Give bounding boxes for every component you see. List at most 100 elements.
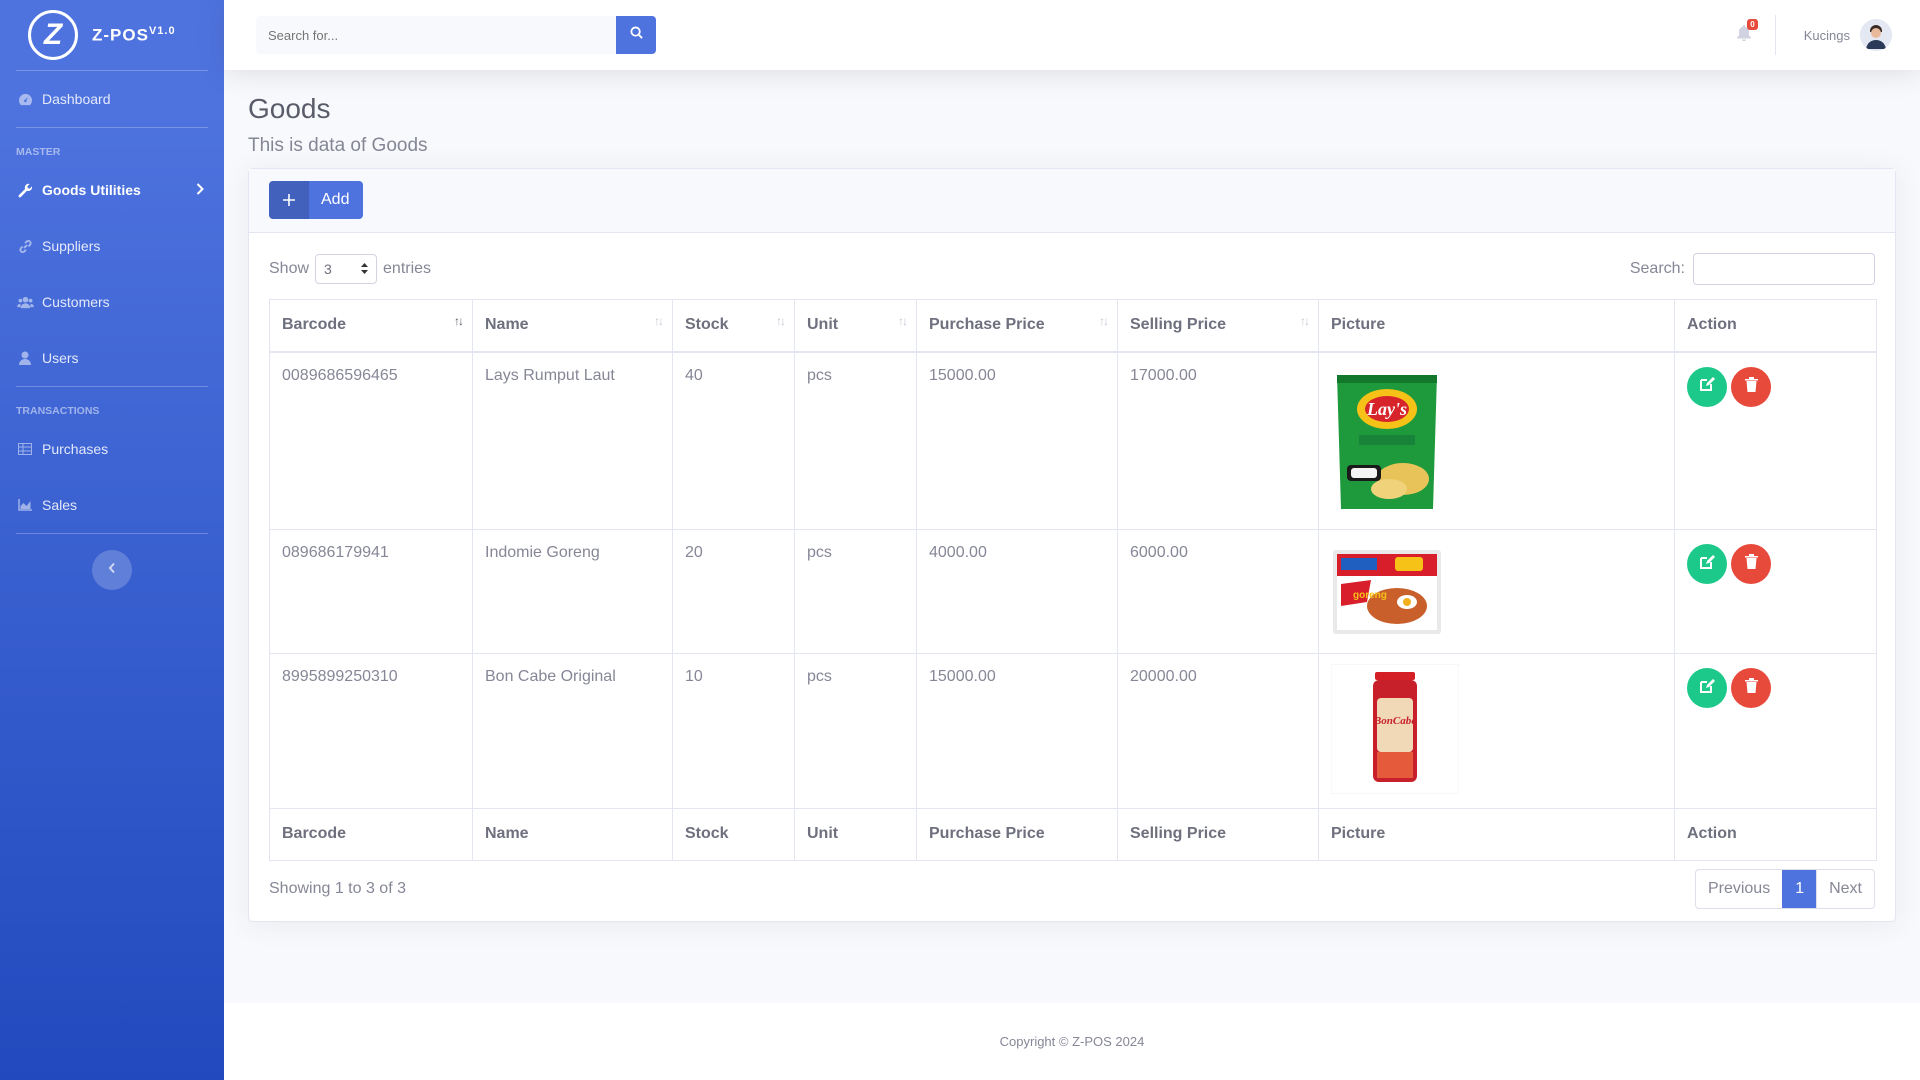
sort-asc-icon: ↑↓: [454, 314, 464, 328]
boncabe-image: BonCabe: [1331, 664, 1459, 794]
edit-icon: [1699, 678, 1715, 699]
cell-barcode: 089686179941: [269, 529, 473, 654]
cell-unit: pcs: [794, 653, 917, 809]
table-header-row: Barcode ↑↓ Name ↑↓ Stock ↑↓ Unit ↑↓ Purchase…: [269, 299, 1877, 353]
goods-card: Add Show 3 entries Search: Barcode ↑↓ Nam…: [248, 168, 1896, 922]
page-footer: Copyright © Z-POS 2024: [224, 1003, 1920, 1080]
delete-button[interactable]: [1731, 366, 1771, 407]
cell-purchase-price: 15000.00: [916, 351, 1118, 530]
sidebar-item-users[interactable]: Users: [0, 330, 224, 386]
column-header-name[interactable]: Name ↑↓: [472, 299, 673, 353]
sidebar-item-label: Goods Utilities: [42, 182, 141, 198]
topbar-divider: [1774, 15, 1776, 55]
add-button[interactable]: Add: [269, 181, 364, 219]
table-row: 089686179941 Indomie Goreng 20 pcs 4000.…: [269, 529, 1877, 654]
cell-unit: pcs: [794, 351, 917, 530]
sidebar-toggle-button[interactable]: [92, 550, 132, 590]
svg-text:BonCabe: BonCabe: [1373, 715, 1416, 727]
trash-icon: [1744, 376, 1758, 397]
copyright-text: Copyright © Z-POS 2024: [999, 1034, 1145, 1049]
cell-barcode: 0089686596465: [269, 351, 473, 530]
search-button[interactable]: [616, 16, 656, 54]
table-row: 0089686596465 Lays Rumput Laut 40 pcs 15…: [269, 351, 1877, 530]
cell-selling-price: 6000.00: [1117, 529, 1319, 654]
edit-button[interactable]: [1687, 366, 1727, 407]
trash-icon: [1744, 678, 1758, 698]
username[interactable]: Kucings: [1804, 28, 1850, 43]
user-icon: [16, 351, 34, 365]
cell-stock: 40: [672, 351, 795, 530]
bell-icon: [1736, 24, 1751, 45]
notifications-button[interactable]: 0: [1736, 18, 1758, 46]
column-header-unit[interactable]: Unit ↑↓: [794, 299, 917, 353]
sidebar-heading-master: MASTER: [16, 146, 61, 158]
sidebar-item-goods-utilities[interactable]: Goods Utilities: [0, 162, 224, 218]
delete-button[interactable]: [1731, 668, 1771, 708]
edit-button[interactable]: [1687, 544, 1727, 584]
add-button-label: Add: [321, 191, 350, 208]
edit-button[interactable]: [1687, 668, 1727, 708]
sidebar-item-purchases[interactable]: Purchases: [0, 421, 224, 477]
sidebar-item-label: Suppliers: [42, 238, 101, 254]
delete-button[interactable]: [1731, 544, 1771, 584]
cell-picture: Lay's: [1318, 351, 1675, 530]
sidebar-heading-transactions: TRANSACTIONS: [16, 405, 100, 417]
sidebar-item-suppliers[interactable]: Suppliers: [0, 218, 224, 274]
wrench-icon: [16, 183, 34, 198]
column-header-label: Stock: [685, 316, 729, 333]
cell-action: [1674, 653, 1877, 809]
chart-area-icon: [16, 499, 34, 511]
column-header-label: Picture: [1331, 316, 1386, 333]
column-header-barcode[interactable]: Barcode ↑↓: [269, 299, 473, 353]
entries-length-value: 3: [324, 261, 332, 277]
brand[interactable]: Z Z-POSV1.0: [0, 0, 224, 70]
sidebar: Z Z-POSV1.0 Dashboard MASTER Goods Utili…: [0, 0, 224, 1080]
chevron-right-icon: [196, 182, 204, 198]
select-arrows-icon: [361, 261, 369, 277]
cell-selling-price: 17000.00: [1117, 351, 1319, 530]
column-header-purchase-price[interactable]: Purchase Price ↑↓: [916, 299, 1118, 353]
plus-icon: [269, 181, 309, 219]
goods-table: Barcode ↑↓ Name ↑↓ Stock ↑↓ Unit ↑↓ Purchase…: [269, 299, 1877, 861]
footer-header-purchase-price: Purchase Price: [916, 808, 1118, 861]
pagination-previous[interactable]: Previous: [1696, 870, 1782, 908]
table-info: Showing 1 to 3 of 3: [269, 880, 406, 897]
lays-chips-image: Lay's: [1337, 374, 1437, 509]
sort-icon: ↑↓: [654, 314, 664, 328]
column-header-selling-price[interactable]: Selling Price ↑↓: [1117, 299, 1319, 353]
cell-action: [1674, 529, 1877, 654]
sort-icon: ↑↓: [1300, 314, 1310, 328]
cell-purchase-price: 15000.00: [916, 653, 1118, 809]
cell-selling-price: 20000.00: [1117, 653, 1319, 809]
sidebar-item-dashboard[interactable]: Dashboard: [0, 71, 224, 127]
brand-name: Z-POSV1.0: [92, 25, 176, 46]
sidebar-item-customers[interactable]: Customers: [0, 274, 224, 330]
cell-barcode: 8995899250310: [269, 653, 473, 809]
pagination-next[interactable]: Next: [1816, 870, 1874, 908]
sidebar-item-label: Users: [42, 350, 79, 366]
table-footer-row: Barcode Name Stock Unit Purchase Price S…: [269, 808, 1877, 861]
datatable-controls: Show 3 entries Search:: [269, 253, 1875, 285]
column-header-label: Action: [1687, 316, 1737, 333]
footer-header-name: Name: [472, 808, 673, 861]
footer-header-selling-price: Selling Price: [1117, 808, 1319, 861]
svg-text:Lay's: Lay's: [1366, 399, 1407, 419]
column-header-label: Name: [485, 316, 529, 333]
chevron-left-icon: [108, 561, 116, 579]
cell-action: [1674, 351, 1877, 530]
search-input[interactable]: [256, 16, 616, 54]
pagination-page-1[interactable]: 1: [1782, 870, 1817, 908]
column-header-stock[interactable]: Stock ↑↓: [672, 299, 795, 353]
svg-text:goreng: goreng: [1353, 590, 1387, 601]
search-icon: [629, 26, 643, 44]
entries-length-select[interactable]: 3: [315, 254, 378, 284]
avatar[interactable]: [1860, 19, 1892, 51]
table-row: 8995899250310 Bon Cabe Original 10 pcs 1…: [269, 653, 1877, 809]
cell-picture: goreng: [1318, 529, 1675, 654]
footer-header-unit: Unit: [794, 808, 917, 861]
brand-version: V1.0: [148, 24, 176, 37]
card-body: Show 3 entries Search: Barcode ↑↓ Name ↑↓ …: [249, 233, 1895, 929]
sidebar-item-sales[interactable]: Sales: [0, 477, 224, 533]
datatable-search-input[interactable]: [1693, 253, 1875, 285]
column-header-picture: Picture: [1318, 299, 1675, 353]
